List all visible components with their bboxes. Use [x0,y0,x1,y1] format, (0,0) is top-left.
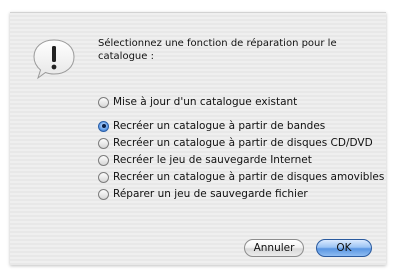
repair-dialog: Sélectionnez une fonction de réparation … [0,0,398,273]
radio-button[interactable] [98,154,109,166]
radio-button[interactable] [98,137,109,149]
option-recreate-internet-backup-set[interactable]: Recréer le jeu de sauvegarde Internet [98,153,312,167]
option-label: Mise à jour d'un catalogue existant [113,96,298,108]
cancel-button[interactable]: Annuler [244,239,304,257]
option-recreate-from-cd-dvd[interactable]: Recréer un catalogue à partir de disques… [98,136,373,150]
option-label: Réparer un jeu de sauvegarde fichier [113,188,308,200]
radio-button[interactable] [98,171,109,183]
option-update-existing-catalog[interactable]: Mise à jour d'un catalogue existant [98,95,297,109]
dialog-message: Sélectionnez une fonction de réparation … [98,38,337,62]
ok-button[interactable]: OK [316,239,372,257]
option-label: Recréer un catalogue à partir de bandes [113,120,326,132]
option-repair-file-backup-set[interactable]: Réparer un jeu de sauvegarde fichier [98,187,308,201]
radio-button[interactable] [98,188,109,200]
option-label: Recréer un catalogue à partir de disques… [113,137,373,149]
alert-icon [33,39,75,80]
radio-button[interactable] [98,96,109,108]
option-recreate-from-removable-disks[interactable]: Recréer un catalogue à partir de disques… [98,170,384,184]
option-label: Recréer un catalogue à partir de disques… [113,171,385,183]
radio-button-selected[interactable] [98,120,109,132]
option-recreate-from-tapes[interactable]: Recréer un catalogue à partir de bandes [98,119,325,133]
option-label: Recréer le jeu de sauvegarde Internet [113,154,312,166]
